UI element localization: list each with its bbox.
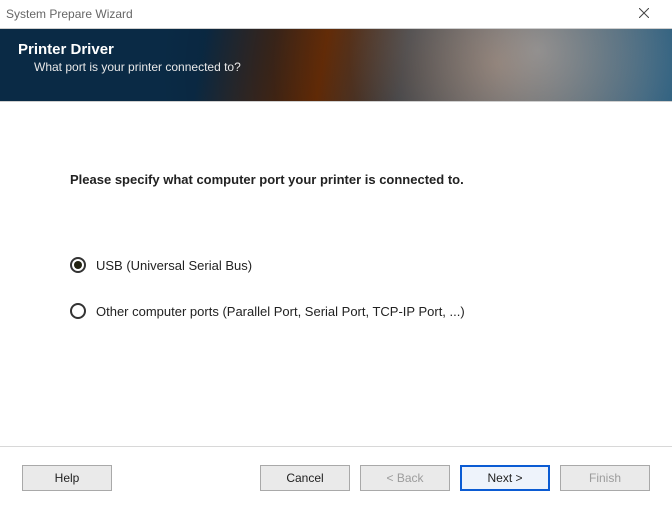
radio-icon — [70, 257, 86, 273]
close-icon — [639, 7, 649, 21]
help-button[interactable]: Help — [22, 465, 112, 491]
banner-title: Printer Driver — [18, 41, 654, 58]
close-button[interactable] — [624, 0, 664, 28]
wizard-banner: Printer Driver What port is your printer… — [0, 28, 672, 102]
content-area: Please specify what computer port your p… — [0, 102, 672, 446]
back-button[interactable]: < Back — [360, 465, 450, 491]
radio-label: Other computer ports (Parallel Port, Ser… — [96, 304, 465, 319]
radio-label: USB (Universal Serial Bus) — [96, 258, 252, 273]
cancel-button[interactable]: Cancel — [260, 465, 350, 491]
next-button[interactable]: Next > — [460, 465, 550, 491]
radio-option-other[interactable]: Other computer ports (Parallel Port, Ser… — [70, 303, 602, 319]
finish-button[interactable]: Finish — [560, 465, 650, 491]
instruction-text: Please specify what computer port your p… — [70, 172, 602, 187]
titlebar: System Prepare Wizard — [0, 0, 672, 28]
radio-option-usb[interactable]: USB (Universal Serial Bus) — [70, 257, 602, 273]
radio-icon — [70, 303, 86, 319]
footer: Help Cancel < Back Next > Finish — [0, 447, 672, 509]
window-title: System Prepare Wizard — [6, 7, 133, 21]
banner-subtitle: What port is your printer connected to? — [34, 60, 654, 74]
